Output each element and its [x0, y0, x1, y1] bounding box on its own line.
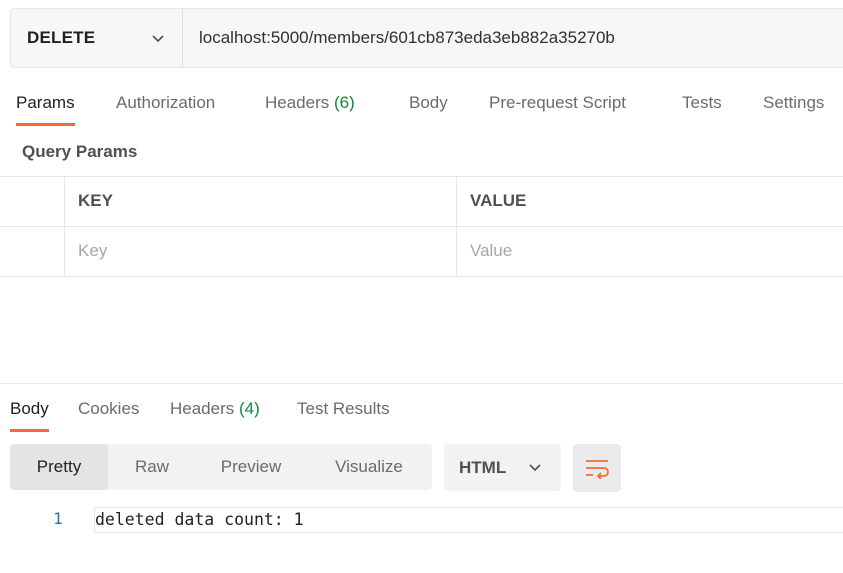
tab-params[interactable]: Params — [16, 84, 75, 126]
headers-count: (6) — [334, 93, 355, 112]
tab-label: Headers — [170, 399, 235, 418]
key-input[interactable]: Key — [65, 227, 457, 276]
view-pretty-button[interactable]: Pretty — [10, 444, 108, 490]
method-label: DELETE — [27, 28, 96, 47]
value-input[interactable]: Value — [457, 227, 843, 276]
query-params-table: KEY VALUE Key Value — [0, 176, 843, 277]
format-select[interactable]: HTML — [444, 444, 561, 491]
tab-label: Cookies — [78, 399, 140, 418]
row-checkbox-cell[interactable] — [0, 227, 65, 276]
wrap-lines-button[interactable] — [573, 444, 621, 492]
line-number: 1 — [53, 509, 63, 528]
tab-label: Settings — [763, 93, 825, 112]
response-body-text[interactable]: deleted data count: 1 — [95, 510, 304, 529]
tab-label: Authorization — [116, 93, 216, 112]
response-tab-cookies[interactable]: Cookies — [78, 390, 139, 432]
response-tab-headers[interactable]: Headers (4) — [170, 390, 260, 432]
tab-label: Test Results — [297, 399, 390, 418]
column-header-value: VALUE — [470, 191, 527, 210]
format-label: HTML — [459, 457, 507, 477]
view-visualize-button[interactable]: Visualize — [306, 444, 432, 490]
tab-authorization[interactable]: Authorization — [116, 84, 215, 126]
method-select[interactable]: DELETE — [11, 9, 183, 67]
chevron-down-icon — [529, 464, 541, 472]
chevron-down-icon — [152, 35, 164, 43]
row-handle-cell — [0, 177, 65, 226]
table-header-row: KEY VALUE — [0, 177, 843, 227]
url-input[interactable] — [183, 9, 843, 67]
tab-label: Tests — [682, 93, 722, 112]
tab-headers[interactable]: Headers (6) — [265, 84, 355, 126]
pane-divider[interactable] — [0, 383, 843, 384]
request-bar: DELETE — [10, 8, 843, 68]
tab-label: Body — [10, 399, 49, 418]
view-mode-selector: Pretty Raw Preview Visualize — [10, 444, 432, 490]
tab-pre-request-script[interactable]: Pre-request Script — [489, 84, 626, 126]
table-row: Key Value — [0, 227, 843, 277]
view-raw-button[interactable]: Raw — [108, 444, 196, 490]
tab-label: Params — [16, 93, 75, 112]
response-headers-count: (4) — [239, 399, 260, 418]
tab-settings[interactable]: Settings — [763, 84, 824, 126]
tab-body[interactable]: Body — [409, 84, 448, 126]
column-header-key: KEY — [65, 177, 457, 226]
tab-label: Pre-request Script — [489, 93, 626, 112]
view-preview-button[interactable]: Preview — [196, 444, 306, 490]
tab-label: Headers — [265, 93, 330, 112]
response-tab-body[interactable]: Body — [10, 390, 49, 432]
response-tab-test-results[interactable]: Test Results — [297, 390, 390, 432]
response-tabs: Body Cookies Headers (4) Test Results — [0, 390, 843, 434]
request-tabs: Params Authorization Headers (6) Body Pr… — [0, 84, 843, 128]
tab-tests[interactable]: Tests — [682, 84, 722, 126]
tab-label: Body — [409, 93, 448, 112]
query-params-title: Query Params — [22, 142, 138, 161]
wrap-lines-icon — [586, 460, 609, 479]
